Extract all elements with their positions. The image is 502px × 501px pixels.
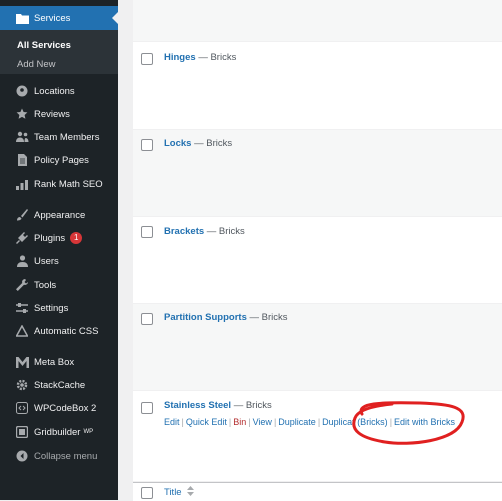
duplicate-bricks-label: Duplicat (322, 417, 355, 427)
row-actions: Edit | Quick Edit | Bin | View | Duplicate | Dupli… (164, 417, 456, 427)
sidebar-item-reviews[interactable]: Reviews (0, 103, 118, 125)
post-title-link[interactable]: Stainless Steel (164, 400, 231, 411)
row-title: Hinges — Bricks (164, 52, 236, 63)
sidebar-item-locations[interactable]: Locations (0, 80, 118, 102)
sidebar-item-label: Automatic CSS (34, 325, 99, 337)
collapse-menu-button[interactable]: Collapse menu (0, 445, 118, 467)
post-state: — Bricks (204, 226, 245, 237)
sidebar-item-users[interactable]: Users (0, 250, 118, 272)
sidebar-item-label: Tools (34, 279, 57, 291)
pin-icon (15, 84, 29, 98)
post-state: — Bricks (191, 138, 233, 149)
posts-list: Hinges — Bricks Locks — Bricks Brackets … (133, 0, 502, 501)
sidebar-item-label: StackCache (34, 379, 86, 391)
gridbuilder-sup: WP (83, 429, 94, 435)
row-checkbox[interactable] (141, 313, 153, 325)
triangle-icon (15, 324, 29, 338)
row-title: Brackets — Bricks (164, 226, 245, 237)
sidebar-item-label: Users (34, 255, 59, 267)
users-icon (15, 130, 29, 144)
table-row: Hinges — Bricks (133, 42, 502, 130)
submenu-add-new[interactable]: Add New (17, 59, 56, 70)
sidebar-item-services[interactable]: Services (0, 6, 118, 30)
user-icon (15, 254, 29, 268)
duplicate-link[interactable]: Duplicate (278, 417, 316, 427)
code-icon (15, 401, 29, 415)
sidebar-item-stackcache[interactable]: StackCache (0, 374, 118, 396)
collapse-icon (15, 449, 29, 463)
sidebar-item-label: Rank Math SEO (34, 178, 103, 190)
sidebar-submenu: All Services Add New (0, 30, 118, 74)
quick-edit-link[interactable]: Quick Edit (186, 417, 227, 427)
collapse-menu-label: Collapse menu (34, 450, 98, 462)
sidebar-item-automatic-css[interactable]: Automatic CSS (0, 320, 118, 342)
sliders-icon (15, 301, 29, 315)
star-icon (15, 107, 29, 121)
grid-icon (15, 425, 29, 439)
post-title-link[interactable]: Partition Supports (164, 312, 247, 323)
sidebar-item-label: Reviews (34, 108, 70, 120)
table-row: Stainless Steel — Bricks Edit | Quick Edit… (133, 391, 502, 482)
post-state: — Bricks (246, 312, 288, 323)
select-all-checkbox[interactable] (141, 487, 153, 499)
post-title-link[interactable]: Brackets (164, 226, 204, 237)
submenu-all-services[interactable]: All Services (17, 40, 71, 51)
table-header: Title (133, 482, 502, 501)
row-checkbox[interactable] (141, 139, 153, 151)
post-title-link[interactable]: Hinges (164, 52, 196, 63)
table-row: Partition Supports — Bricks (133, 304, 502, 391)
wrench-icon (15, 278, 29, 292)
plug-icon (15, 231, 29, 245)
sidebar-item-label: Plugins (34, 232, 66, 244)
admin-sidebar: Services All Services Add New Locations … (0, 0, 118, 500)
sidebar-item-wpcodebox[interactable]: WPCodeBox 2 (0, 397, 118, 419)
chart-icon (15, 177, 29, 191)
sidebar-item-label: Gridbuilder (34, 426, 81, 438)
table-row: Locks — Bricks (133, 130, 502, 217)
sidebar-item-label: Policy Pages (34, 154, 89, 166)
row-checkbox[interactable] (141, 226, 153, 238)
sidebar-item-appearance[interactable]: Appearance (0, 204, 118, 226)
sidebar-item-settings[interactable]: Settings (0, 297, 118, 319)
sidebar-item-gridbuilder[interactable]: Gridbuilder WP (0, 421, 118, 443)
edit-link[interactable]: Edit (164, 417, 180, 427)
bin-link[interactable]: Bin (233, 417, 246, 427)
sidebar-item-rank-math[interactable]: Rank Math SEO (0, 173, 118, 195)
post-title-link[interactable]: Locks (164, 138, 191, 149)
post-state: — Bricks (195, 52, 237, 63)
page-icon (15, 153, 29, 167)
row-title: Partition Supports — Bricks (164, 312, 288, 323)
view-link[interactable]: View (253, 417, 272, 427)
table-row (133, 0, 502, 42)
post-state: — Bricks (231, 400, 272, 411)
bricks-tag: (Bricks) (357, 417, 388, 427)
table-row: Brackets — Bricks (133, 217, 502, 304)
brush-icon (15, 208, 29, 222)
duplicate-bricks-link[interactable]: Duplicat (Bricks) (322, 417, 388, 427)
sidebar-item-label: WPCodeBox 2 (34, 402, 97, 414)
m-icon (15, 355, 29, 369)
sidebar-item-plugins[interactable]: Plugins 1 (0, 227, 118, 249)
row-checkbox[interactable] (141, 402, 153, 414)
row-title: Stainless Steel — Bricks (164, 400, 272, 411)
sidebar-item-team-members[interactable]: Team Members (0, 126, 118, 148)
sidebar-item-label: Services (34, 12, 71, 24)
row-title: Locks — Bricks (164, 138, 232, 149)
folder-icon (15, 11, 29, 25)
edit-with-bricks-link[interactable]: Edit with Bricks (394, 417, 455, 427)
sidebar-item-label: Team Members (34, 131, 100, 143)
sidebar-item-label: Locations (34, 85, 75, 97)
update-count-badge: 1 (70, 232, 83, 244)
sidebar-item-label: Settings (34, 302, 69, 314)
sort-icon (187, 486, 195, 496)
column-title-label: Title (164, 487, 182, 498)
column-title-header[interactable]: Title (164, 486, 195, 498)
sidebar-item-meta-box[interactable]: Meta Box (0, 351, 118, 373)
sidebar-item-tools[interactable]: Tools (0, 274, 118, 296)
sidebar-item-label: Appearance (34, 209, 86, 221)
row-checkbox[interactable] (141, 53, 153, 65)
cog-icon (15, 378, 29, 392)
sidebar-item-policy-pages[interactable]: Policy Pages (0, 149, 118, 171)
sidebar-item-label: Meta Box (34, 356, 75, 368)
